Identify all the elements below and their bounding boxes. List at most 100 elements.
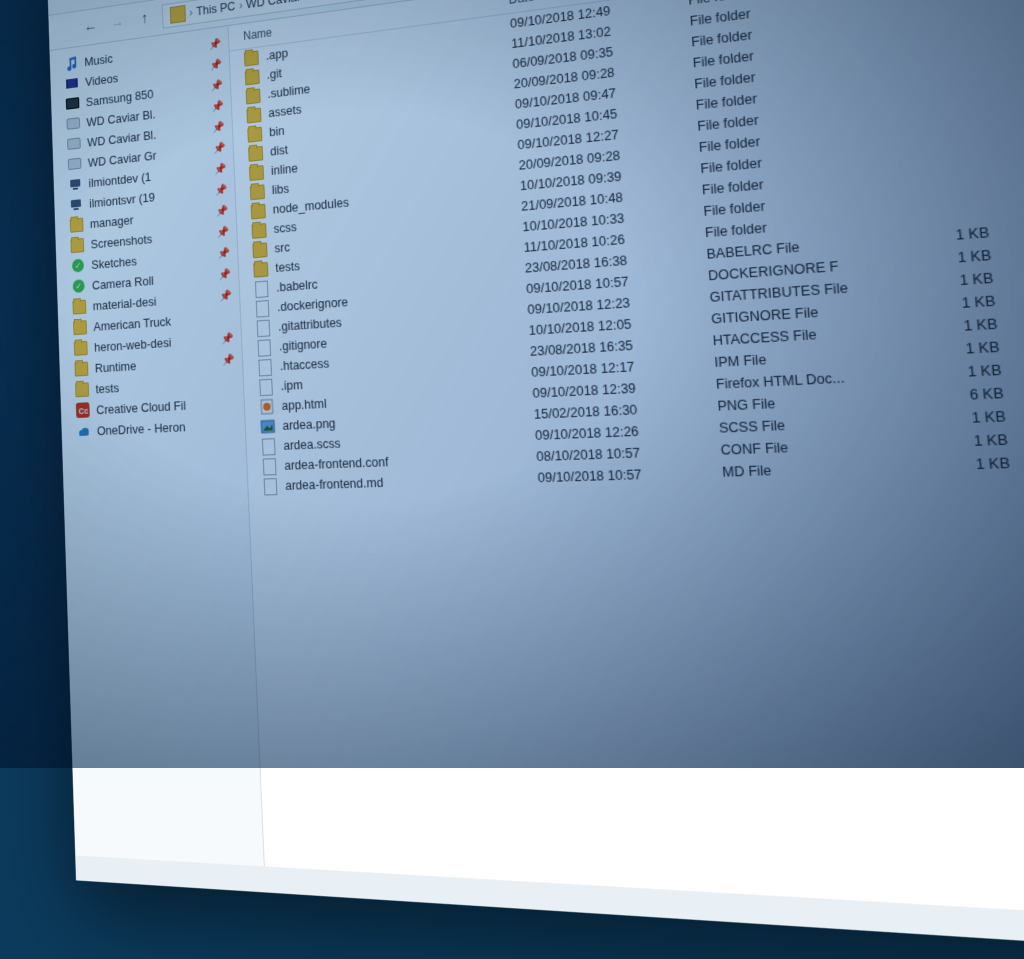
file-icon [262,458,277,474]
up-button[interactable]: ↑ [135,8,154,31]
folder-icon [72,299,86,315]
pin-icon: 📌 [212,120,225,134]
sidebar-item-label: Runtime [95,358,137,375]
folder-icon [70,217,84,233]
file-name: ardea.scss [283,436,341,452]
sidebar-item-label: Sketches [91,253,137,271]
file-icon [258,359,273,376]
file-size [886,165,983,174]
file-size: 1 KB [906,409,1007,429]
drive-icon [67,136,81,152]
body: Music📌Videos📌Samsung 850📌WD Caviar Bl.📌W… [50,0,1024,926]
file-name: ardea.png [282,416,336,432]
music-icon [64,55,78,71]
sidebar-item-label: tests [95,380,119,396]
sidebar-item-label: Creative Cloud Fil [96,398,186,417]
file-size: 1 KB [900,339,1000,360]
folder-icon [75,381,89,397]
file-type: CONF File [720,436,909,458]
file-size: 1 KB [898,316,998,338]
file-name: src [274,240,290,255]
file-name: .dockerignore [277,295,348,314]
file-size: 1 KB [910,455,1011,474]
file-name: .app [265,47,288,63]
file-name: scss [273,220,297,236]
file-size [875,30,971,41]
svg-text:Cc: Cc [78,406,88,417]
file-size [877,53,974,64]
file-icon [261,438,276,455]
folder-icon [244,49,259,66]
folder-icon [70,237,84,253]
folder-icon [251,222,266,239]
onedrive-icon [77,423,91,439]
video-icon [65,75,79,91]
file-name: libs [272,182,290,197]
back-button[interactable]: ← [81,16,100,39]
pin-icon: 📌 [209,37,222,51]
forward-button[interactable]: → [108,12,127,35]
pin-icon: 📌 [221,331,234,344]
sidebar-item-label: OneDrive - Heron [97,419,186,437]
pin-icon: 📌 [211,99,224,113]
file-size [884,142,981,151]
file-size: 1 KB [902,362,1002,383]
pin-icon: 📌 [219,267,232,281]
file-name: .sublime [267,82,310,101]
cc-icon: Cc [76,402,90,418]
file-size [888,187,986,195]
breadcrumb-segment[interactable]: This PC [196,0,236,18]
pin-icon: 📌 [219,289,232,303]
folder-icon [249,164,264,181]
file-name: .babelrc [276,278,318,295]
folder-icon [170,5,186,24]
file-name: .ipm [280,378,303,393]
file-date: 08/10/2018 10:57 [536,443,721,465]
file-icon [256,320,271,337]
check-icon: ✓ [72,278,86,294]
file-type: MD File [722,458,911,480]
file-name: ardea-frontend.md [285,476,384,493]
file-size [878,75,975,86]
pin-icon: 📌 [213,141,226,155]
file-date: 09/10/2018 10:57 [537,465,723,486]
pc-icon [68,176,82,192]
pc-icon [69,196,83,212]
folder-icon [73,319,87,335]
pin-icon: 📌 [218,246,231,260]
file-name: ardea-frontend.conf [284,455,389,473]
folder-icon [246,107,261,124]
file-size: 1 KB [894,270,994,293]
folder-icon [247,126,262,143]
html-icon [259,398,274,415]
sidebar: Music📌Videos📌Samsung 850📌WD Caviar Bl.📌W… [50,26,265,866]
file-size: 1 KB [896,293,996,315]
folder-icon [253,261,268,278]
sidebar-item-label: American Truck [93,314,171,334]
file-icon [258,379,273,396]
file-list: Name Date modified Type Size .app09/10/2… [228,0,1024,926]
file-name: .htaccess [280,356,330,373]
file-icon [263,478,279,494]
file-name: .gitattributes [278,316,342,334]
file-size [880,97,977,107]
sidebar-item-label: Music [84,51,113,69]
pin-icon: 📌 [222,353,235,366]
sidebar-item-label: Screenshots [90,231,152,251]
file-size: 6 KB [904,385,1005,406]
file-icon [254,280,269,297]
folder-icon [246,87,261,104]
png-icon [260,418,275,435]
file-size [873,8,969,20]
file-name: .gitignore [279,337,328,354]
file-name: dist [270,143,288,158]
file-name: inline [271,161,298,177]
folder-icon [251,203,266,220]
pin-icon: 📌 [216,204,229,218]
file-name: tests [275,259,300,275]
sidebar-item-label: Camera Roll [92,273,154,292]
explorer-window: Copy Paste 📋Copy path 📎Paste shortcut Cl… [46,0,1024,959]
folder-icon [74,340,88,356]
file-name: bin [269,124,285,139]
file-name: assets [268,103,302,120]
